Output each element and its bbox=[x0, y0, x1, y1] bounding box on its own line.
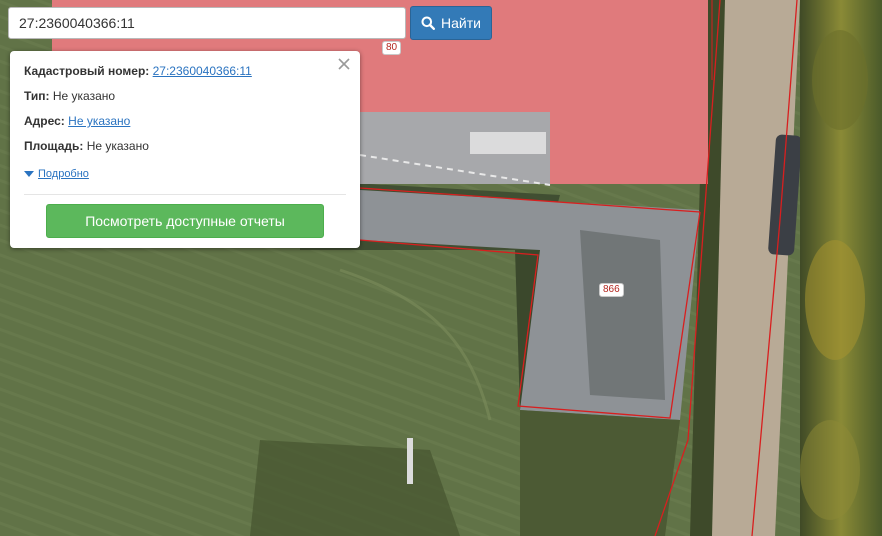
area-row: Площадь: Не указано bbox=[24, 139, 346, 164]
address-link[interactable]: Не указано bbox=[68, 114, 130, 128]
address-row: Адрес: Не указано bbox=[24, 114, 346, 139]
tree-shadow bbox=[580, 230, 665, 400]
goal-post bbox=[407, 438, 413, 484]
tree-shadows bbox=[250, 440, 460, 536]
tree-patch bbox=[520, 410, 680, 536]
type-label: Тип: bbox=[24, 89, 50, 103]
details-toggle[interactable]: Подробно bbox=[24, 164, 346, 184]
type-row: Тип: Не указано bbox=[24, 89, 346, 114]
cadastral-number-link[interactable]: 27:2360040366:11 bbox=[153, 64, 252, 78]
cadastral-row: Кадастровый номер: 27:2360040366:11 bbox=[24, 64, 346, 89]
parcel-label[interactable]: 866 bbox=[599, 283, 624, 297]
details-link[interactable]: Подробно bbox=[38, 167, 89, 181]
type-value: Не указано bbox=[52, 89, 116, 103]
search-button[interactable]: Найти bbox=[410, 6, 492, 40]
parcel-label[interactable]: 80 bbox=[382, 41, 402, 55]
area-label: Площадь: bbox=[24, 139, 84, 153]
search-icon bbox=[421, 16, 436, 30]
search-button-label: Найти bbox=[441, 15, 481, 31]
parcel-info-popup: Кадастровый номер: 27:2360040366:11 Тип:… bbox=[10, 51, 360, 248]
close-icon[interactable] bbox=[337, 57, 351, 71]
popup-divider bbox=[24, 194, 346, 195]
view-reports-button[interactable]: Посмотреть доступные отчеты bbox=[46, 204, 324, 238]
address-label: Адрес: bbox=[24, 114, 65, 128]
area-value: Не указано bbox=[86, 139, 149, 153]
cadastral-label: Кадастровый номер: bbox=[24, 64, 150, 78]
search-input[interactable] bbox=[8, 7, 406, 39]
caret-down-icon bbox=[24, 171, 34, 177]
